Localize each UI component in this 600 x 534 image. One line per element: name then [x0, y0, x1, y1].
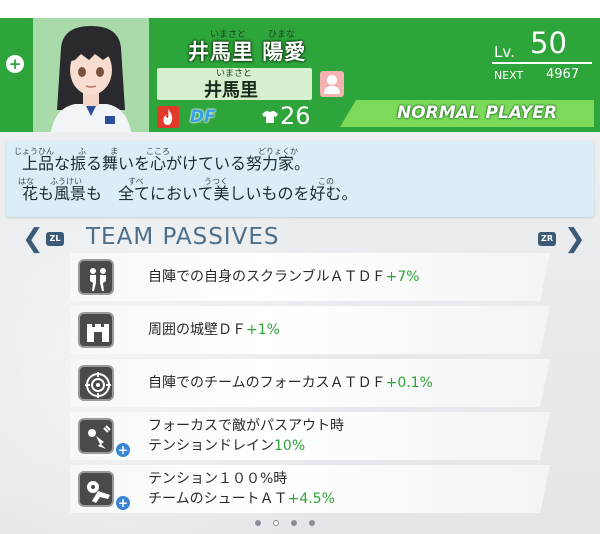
level-label: Lv.	[494, 43, 515, 61]
page-dot[interactable]	[309, 520, 315, 526]
passive-text: 自陣でのチームのフォーカスＡＴＤＦ+0.1%	[148, 374, 433, 392]
next-page-arrow-icon[interactable]: ❯	[564, 226, 586, 252]
focus-target-icon	[78, 365, 114, 401]
passive-desc: 周囲の城壁ＤＦ	[148, 322, 246, 338]
player-full-name: 井馬里 陽愛	[188, 40, 307, 64]
short-name-ruby: いまさと	[216, 69, 253, 79]
passive-plus-icon: +	[117, 496, 129, 510]
passive-desc-line1: フォーカスで敵がパスアウト時	[148, 418, 344, 434]
zl-button-tag: ZL	[46, 232, 64, 246]
header-top-strip	[0, 0, 600, 18]
name-ruby-surname: いまさと	[210, 30, 247, 40]
passive-desc-line2: テンションドレイン	[148, 438, 274, 454]
passive-text: テンションドレイン10%	[148, 437, 305, 455]
passive-row[interactable]: 周囲の城壁ＤＦ+1%	[70, 306, 550, 354]
passive-desc: 自陣での自身のスクランブルＡＴＤＦ	[148, 269, 386, 285]
wall-icon	[78, 312, 114, 348]
page-dot[interactable]	[255, 520, 261, 526]
passive-row[interactable]: 自陣でのチームのフォーカスＡＴＤＦ+0.1%	[70, 359, 550, 407]
level-value: 50	[530, 26, 567, 60]
next-exp-value: 4967	[546, 67, 580, 82]
fire-element-icon	[157, 106, 179, 128]
next-exp-label: NEXT	[494, 69, 524, 82]
team-passives-title: TEAM PASSIVES	[86, 224, 280, 250]
passive-value: +4.5%	[287, 491, 335, 507]
page-dot[interactable]	[273, 520, 279, 526]
profile-icon[interactable]	[320, 71, 344, 97]
tension-drain-icon	[78, 418, 114, 454]
scramble-icon	[78, 259, 114, 295]
player-type-banner: NORMAL PLAYER	[340, 100, 594, 127]
passive-plus-icon: +	[117, 443, 129, 457]
player-description: じょうひん ふ ま こころ どりょくか 上品な振る舞いを心がけている努力家。 は…	[6, 141, 594, 217]
page-dot[interactable]	[291, 520, 297, 526]
passive-value: 10%	[274, 438, 306, 454]
passive-row[interactable]: + テンション１００%時 チームのシュートＡＴ+4.5%	[70, 465, 550, 513]
description-line-2: 花も風景も 全てにおいて美しいものを好む。	[22, 184, 358, 203]
shoot-ball-icon	[78, 471, 114, 507]
player-portrait	[33, 18, 149, 132]
passive-text: 周囲の城壁ＤＦ+1%	[148, 321, 280, 339]
jersey-number: 26	[280, 102, 311, 130]
passive-desc-line1: テンション１００%時	[148, 471, 288, 487]
passive-value: +7%	[385, 269, 420, 285]
level-divider	[492, 62, 592, 64]
passive-row[interactable]: + フォーカスで敵がパスアウト時 テンションドレイン10%	[70, 412, 550, 460]
passive-row[interactable]: 自陣での自身のスクランブルＡＴＤＦ+7%	[70, 253, 550, 301]
passive-desc: 自陣でのチームのフォーカスＡＴＤＦ	[148, 375, 386, 391]
player-short-name: 井馬里	[204, 80, 258, 101]
zr-button-tag: ZR	[538, 232, 556, 246]
passive-desc-line2: チームのシュートＡＴ	[148, 491, 288, 507]
expand-plus-icon[interactable]: +	[6, 55, 24, 73]
passive-value: +0.1%	[385, 375, 433, 391]
prev-page-arrow-icon[interactable]: ❮	[22, 226, 44, 252]
passive-value: +1%	[246, 322, 280, 338]
name-ruby-given: ひまな	[268, 30, 296, 40]
description-line-1: 上品な振る舞いを心がけている努力家。	[22, 154, 311, 173]
position-badge: DF	[190, 107, 216, 127]
passive-text: チームのシュートＡＴ+4.5%	[148, 490, 335, 508]
jersey-icon	[262, 110, 278, 128]
passive-text: 自陣での自身のスクランブルＡＴＤＦ+7%	[148, 268, 420, 286]
